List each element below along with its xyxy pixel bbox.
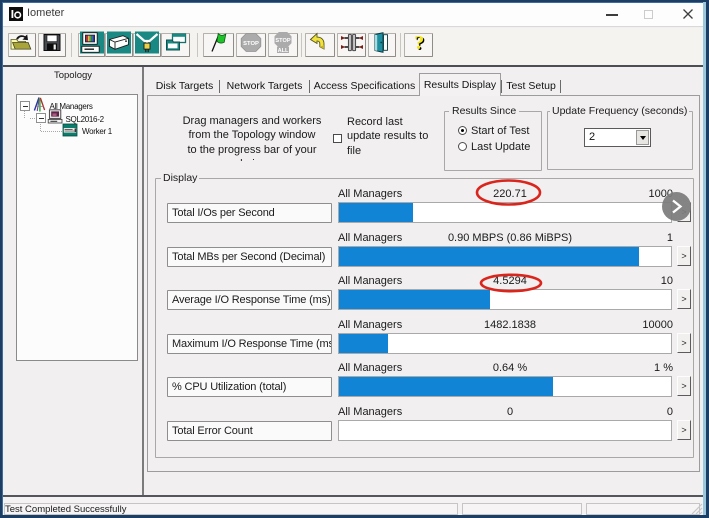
svg-text:?: ? — [414, 32, 424, 54]
svg-text:ALL: ALL — [278, 48, 289, 54]
svg-text:STOP: STOP — [275, 38, 290, 44]
svg-text:STOP: STOP — [243, 41, 259, 47]
